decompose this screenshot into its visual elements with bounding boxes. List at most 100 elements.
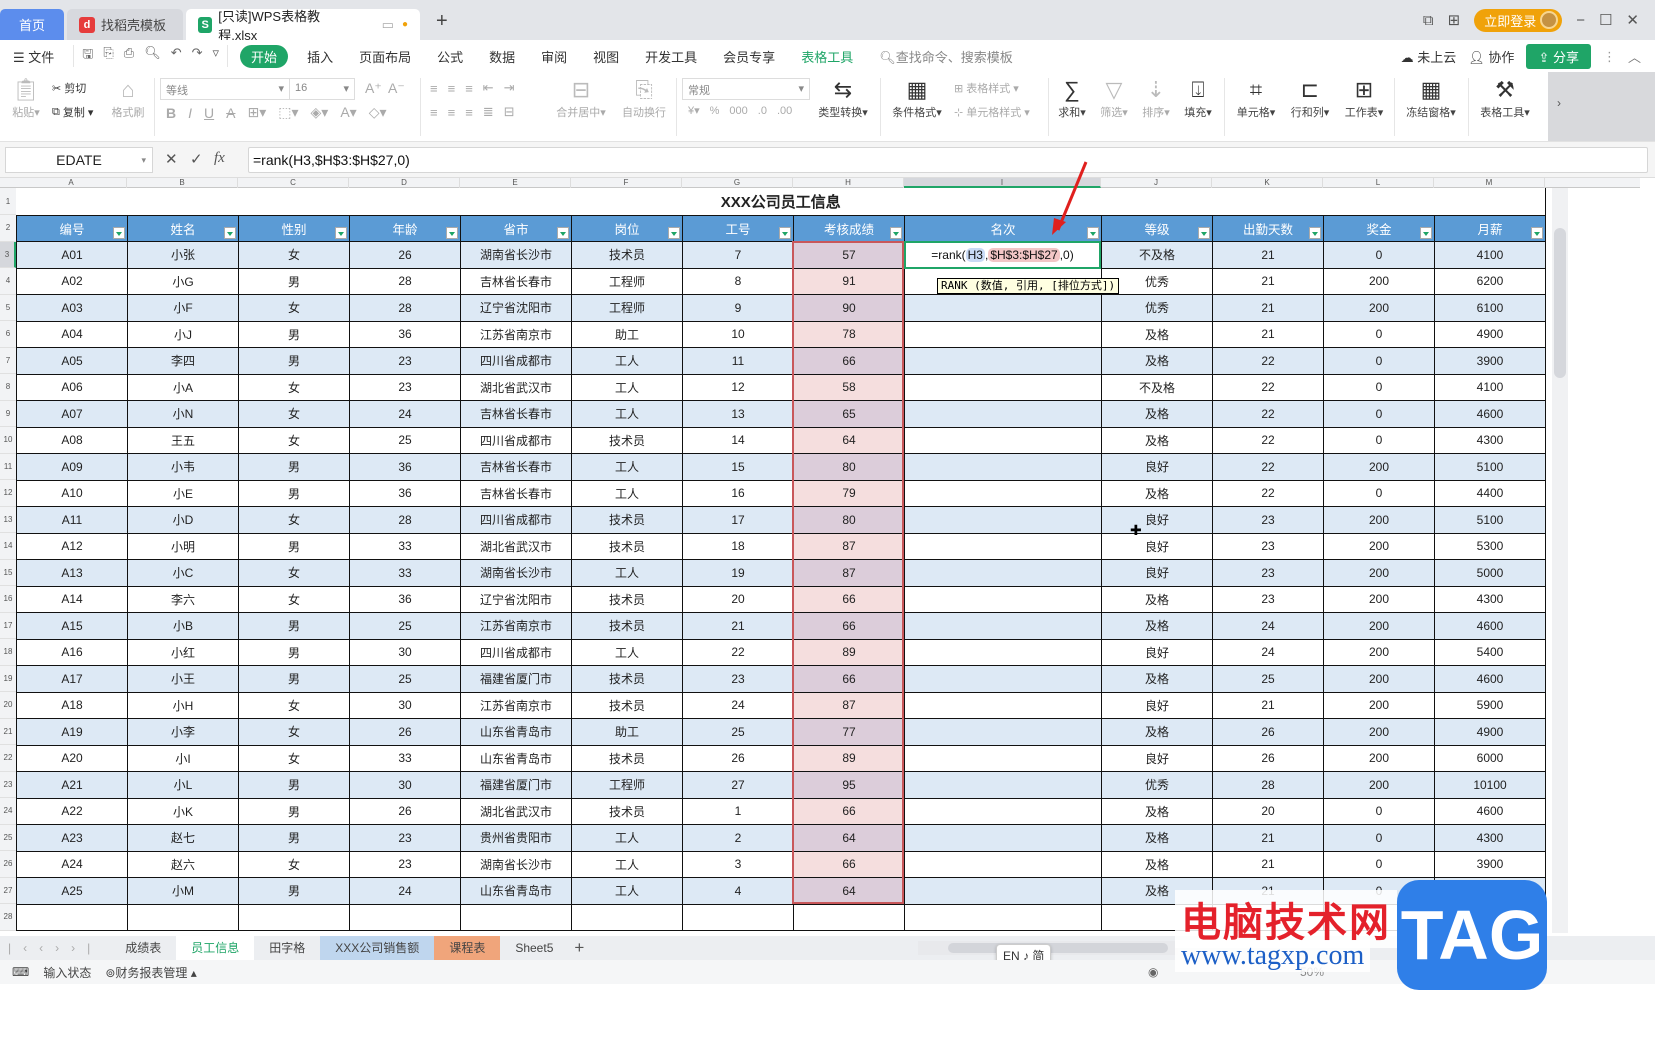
number-format-select[interactable]: 常规 ▾: [682, 78, 810, 100]
cell[interactable]: A25: [16, 877, 128, 905]
new-tab-button[interactable]: +: [436, 10, 448, 33]
cell[interactable]: 女: [238, 294, 350, 322]
cell[interactable]: 技术员: [571, 612, 683, 640]
cell[interactable]: 66: [793, 665, 905, 693]
cell[interactable]: 23: [1212, 506, 1324, 534]
cell[interactable]: 5000: [1434, 559, 1546, 587]
cell[interactable]: 湖北省武汉市: [460, 797, 572, 825]
cell[interactable]: 4: [682, 877, 794, 905]
cell[interactable]: [904, 320, 1102, 348]
cell[interactable]: 小韦: [127, 453, 239, 481]
filter-dropdown-icon[interactable]: [113, 227, 125, 239]
cell[interactable]: 男: [238, 638, 350, 666]
cell[interactable]: [16, 903, 128, 931]
cell[interactable]: [904, 718, 1102, 746]
save-icon[interactable]: 🖫: [82, 45, 93, 67]
cell[interactable]: 小K: [127, 797, 239, 825]
cell[interactable]: A24: [16, 850, 128, 878]
horizontal-scroll-thumb[interactable]: [948, 943, 1168, 953]
cell[interactable]: 87: [793, 691, 905, 719]
cell[interactable]: 山东省青岛市: [460, 718, 572, 746]
cell[interactable]: A21: [16, 771, 128, 799]
cell[interactable]: 4600: [1434, 400, 1546, 428]
tab-workbook[interactable]: S [只读]WPS表格教程.xlsx ▭ ●: [186, 9, 420, 43]
cell[interactable]: 工人: [571, 850, 683, 878]
cell[interactable]: 25: [349, 665, 461, 693]
cell[interactable]: 6200: [1434, 267, 1546, 295]
column-header[interactable]: J: [1101, 178, 1212, 188]
cell[interactable]: A03: [16, 294, 128, 322]
cell[interactable]: 良好: [1101, 638, 1213, 666]
cell[interactable]: [904, 744, 1102, 772]
cell[interactable]: 男: [238, 824, 350, 852]
cell[interactable]: 工程师: [571, 771, 683, 799]
column-header[interactable]: F: [571, 178, 682, 188]
cell[interactable]: 4300: [1434, 824, 1546, 852]
header-cell[interactable]: 省市: [460, 214, 572, 242]
row-header[interactable]: 11: [0, 453, 16, 480]
border-icon[interactable]: ⊞▾: [247, 104, 266, 121]
cell[interactable]: 200: [1323, 267, 1435, 295]
cell[interactable]: [904, 850, 1102, 878]
cell[interactable]: 4600: [1434, 665, 1546, 693]
row-header[interactable]: 2: [0, 215, 16, 242]
window-layout-icon[interactable]: ⧉: [1423, 12, 1434, 29]
cell[interactable]: 男: [238, 665, 350, 693]
cell[interactable]: 男: [238, 479, 350, 507]
cell[interactable]: 5300: [1434, 532, 1546, 560]
macro-icon[interactable]: ⌨: [12, 965, 29, 979]
cell[interactable]: 8: [682, 267, 794, 295]
cell[interactable]: 90: [793, 294, 905, 322]
vertical-scroll-thumb[interactable]: [1554, 228, 1566, 378]
table-tools-button[interactable]: ⚒ 表格工具▾: [1474, 76, 1536, 120]
cell[interactable]: A20: [16, 744, 128, 772]
cell[interactable]: 28: [349, 267, 461, 295]
cell[interactable]: A08: [16, 426, 128, 454]
cell[interactable]: 24: [349, 400, 461, 428]
cell[interactable]: 技术员: [571, 797, 683, 825]
cell[interactable]: 及格: [1101, 400, 1213, 428]
cell[interactable]: 200: [1323, 691, 1435, 719]
cell[interactable]: 57: [793, 241, 905, 269]
cell[interactable]: 及格: [1101, 665, 1213, 693]
cell[interactable]: 87: [793, 559, 905, 587]
cell[interactable]: [793, 903, 905, 931]
print-preview-icon[interactable]: 🔍︎: [144, 45, 161, 67]
cell[interactable]: 男: [238, 771, 350, 799]
fill-button[interactable]: ⍗ 填充▾: [1180, 76, 1216, 120]
cell[interactable]: 湖南省长沙市: [460, 241, 572, 269]
header-cell[interactable]: 工号: [682, 214, 794, 242]
next-sheet-icon[interactable]: ›: [55, 941, 71, 955]
cell[interactable]: 10100: [1434, 771, 1546, 799]
cell[interactable]: 工人: [571, 400, 683, 428]
menu-home[interactable]: 开始: [240, 44, 289, 68]
cell[interactable]: A13: [16, 559, 128, 587]
row-header[interactable]: 25: [0, 824, 16, 851]
cell[interactable]: [904, 771, 1102, 799]
cell[interactable]: 7: [682, 241, 794, 269]
menu-page-layout[interactable]: 页面布局: [346, 47, 424, 66]
font-size-select[interactable]: 16 ▾: [289, 78, 355, 100]
cell[interactable]: 200: [1323, 506, 1435, 534]
cell[interactable]: 小N: [127, 400, 239, 428]
cell[interactable]: 小M: [127, 877, 239, 905]
decimal-increase-icon[interactable]: .0: [758, 105, 767, 117]
cell[interactable]: 工程师: [571, 294, 683, 322]
cell[interactable]: 4300: [1434, 585, 1546, 613]
column-header[interactable]: L: [1323, 178, 1434, 188]
cell[interactable]: 4600: [1434, 797, 1546, 825]
cell[interactable]: 22: [1212, 479, 1324, 507]
cell[interactable]: A06: [16, 373, 128, 401]
cut-button[interactable]: ✂ 剪切: [52, 80, 86, 96]
cell[interactable]: 18: [682, 532, 794, 560]
cell[interactable]: 3900: [1434, 347, 1546, 375]
cell[interactable]: 23: [1212, 559, 1324, 587]
header-cell[interactable]: 月薪: [1434, 214, 1546, 242]
cell[interactable]: [238, 903, 350, 931]
cell[interactable]: 及格: [1101, 426, 1213, 454]
cell[interactable]: A10: [16, 479, 128, 507]
eye-protect-icon[interactable]: ◉: [1148, 965, 1158, 979]
cell[interactable]: 江苏省南京市: [460, 320, 572, 348]
cell[interactable]: 不及格: [1101, 373, 1213, 401]
cell[interactable]: 及格: [1101, 612, 1213, 640]
